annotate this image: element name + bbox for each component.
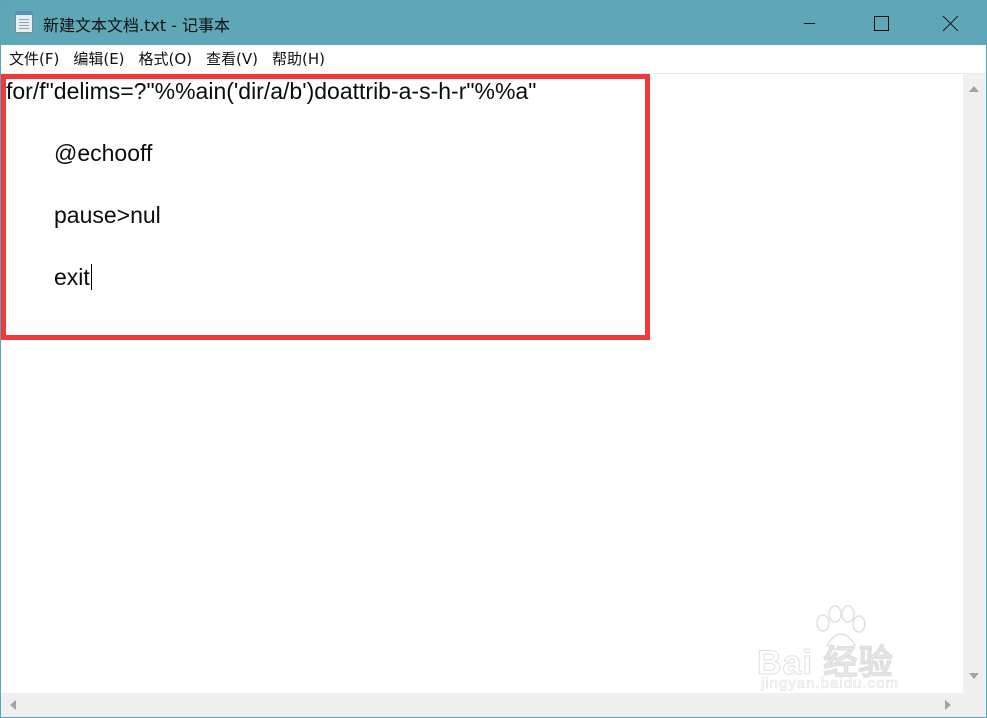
text-line: exit [54, 264, 90, 290]
window-title: 新建文本文档.txt - 记事本 [43, 16, 231, 35]
menu-view[interactable]: 查看(V) [199, 48, 265, 71]
menu-bar: 文件(F) 编辑(E) 格式(O) 查看(V) 帮助(H) [1, 45, 986, 74]
text-line: for/f"delims=?"%%ain('dir/a/b')doattrib-… [6, 78, 537, 104]
close-icon [943, 15, 959, 31]
text-caret [90, 264, 92, 290]
notepad-icon[interactable] [15, 11, 33, 33]
notepad-window: 新建文本文档.txt - 记事本 文件(F) 编辑(E) 格式(O) 查看(V)… [0, 0, 987, 718]
title-bar[interactable]: 新建文本文档.txt - 记事本 [1, 1, 986, 45]
scroll-down-icon[interactable] [969, 673, 979, 679]
text-line-with-caret: exit [54, 264, 92, 291]
scroll-up-icon[interactable] [969, 86, 979, 92]
menu-edit[interactable]: 编辑(E) [66, 48, 131, 71]
minimize-button[interactable] [786, 1, 832, 45]
size-grip[interactable] [963, 693, 986, 717]
menu-help[interactable]: 帮助(H) [265, 48, 332, 71]
maximize-icon [873, 15, 889, 31]
maximize-button[interactable] [858, 1, 904, 45]
scroll-right-icon[interactable] [945, 700, 951, 710]
horizontal-scrollbar[interactable] [1, 693, 963, 717]
scroll-left-icon[interactable] [10, 700, 16, 710]
vertical-scrollbar[interactable] [963, 74, 986, 693]
minimize-icon [803, 22, 815, 24]
menu-file[interactable]: 文件(F) [2, 48, 66, 71]
close-button[interactable] [928, 1, 974, 45]
text-line: pause>nul [54, 202, 161, 228]
menu-format[interactable]: 格式(O) [132, 48, 200, 71]
text-line: @echooff [54, 140, 153, 166]
text-edit-area[interactable]: for/f"delims=?"%%ain('dir/a/b')doattrib-… [1, 74, 963, 693]
